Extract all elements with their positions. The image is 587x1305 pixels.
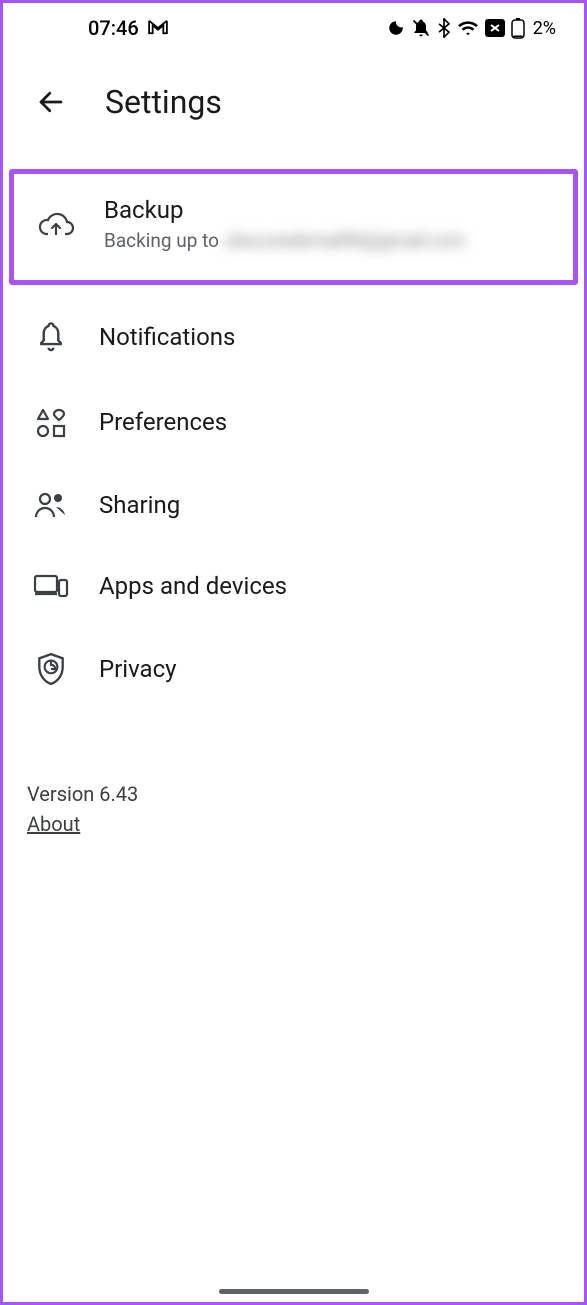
status-time: 07:46 [88, 16, 139, 40]
bell-icon [31, 321, 71, 355]
bluetooth-icon [437, 18, 451, 38]
people-icon [31, 491, 71, 519]
gmail-icon [147, 16, 169, 40]
preferences-title: Preferences [99, 408, 227, 437]
status-bar: 07:46 2% [3, 3, 584, 53]
settings-item-privacy[interactable]: Privacy [3, 626, 584, 712]
cloud-upload-icon [36, 210, 76, 238]
backup-title: Backup [104, 196, 465, 225]
bell-silent-icon [411, 18, 431, 38]
settings-item-sharing[interactable]: Sharing [3, 465, 584, 546]
shield-icon [31, 652, 71, 686]
version-text: Version 6.43 [27, 782, 560, 806]
highlight-annotation: Backup Backing up to obscuredemail96@gma… [9, 169, 578, 285]
apps-devices-title: Apps and devices [99, 572, 287, 601]
backup-subtitle-email: obscuredemail96@gmail.com [225, 229, 465, 252]
wifi-icon [457, 19, 479, 37]
page-title: Settings [105, 83, 222, 121]
devices-icon [31, 572, 71, 600]
arrow-left-icon [36, 87, 66, 117]
shapes-icon [31, 407, 71, 439]
status-right: 2% [387, 17, 556, 39]
privacy-title: Privacy [99, 655, 177, 684]
battery-icon [511, 17, 525, 39]
battery-percentage: 2% [533, 18, 556, 39]
settings-item-preferences[interactable]: Preferences [3, 381, 584, 465]
footer: Version 6.43 About [3, 712, 584, 836]
settings-item-backup[interactable]: Backup Backing up to obscuredemail96@gma… [14, 174, 573, 280]
signal-box-icon [485, 19, 505, 37]
dnd-moon-icon [387, 19, 405, 37]
about-link[interactable]: About [27, 812, 80, 836]
back-button[interactable] [33, 84, 69, 120]
sharing-title: Sharing [99, 491, 180, 520]
settings-item-notifications[interactable]: Notifications [3, 295, 584, 381]
settings-item-apps-devices[interactable]: Apps and devices [3, 546, 584, 627]
backup-subtitle-prefix: Backing up to [104, 229, 219, 252]
home-handle[interactable] [219, 1289, 369, 1294]
app-bar: Settings [3, 53, 584, 153]
backup-subtitle: Backing up to obscuredemail96@gmail.com [104, 229, 465, 252]
notifications-title: Notifications [99, 323, 235, 352]
status-left: 07:46 [88, 16, 169, 40]
